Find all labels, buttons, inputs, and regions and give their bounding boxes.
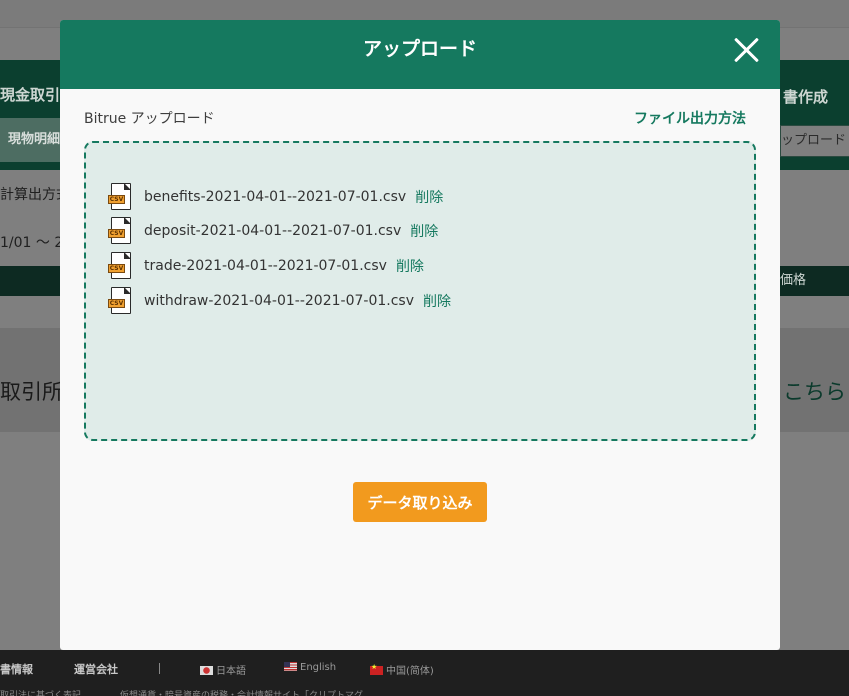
file-export-howto-link[interactable]: ファイル出力方法: [634, 108, 746, 128]
delete-file-button[interactable]: 削除: [415, 187, 443, 207]
delete-file-button[interactable]: 削除: [410, 221, 438, 241]
file-dropzone[interactable]: CSV benefits-2021-04-01--2021-07-01.csv …: [84, 141, 756, 441]
csv-file-icon: CSV: [108, 217, 132, 245]
background-tab-right: 書作成: [783, 88, 829, 106]
modal-title: アップロード: [362, 38, 477, 60]
china-flag-icon: [370, 663, 383, 675]
us-flag-icon: [284, 662, 297, 671]
csv-file-icon: CSV: [108, 252, 132, 280]
import-data-button[interactable]: データ取り込み: [353, 482, 487, 522]
file-name: deposit-2021-04-01--2021-07-01.csv: [144, 223, 402, 239]
csv-file-icon: CSV: [108, 287, 132, 315]
footer-lang-japanese: 日本語: [200, 662, 246, 677]
footer-legal-text: 取引法に基づく表記: [0, 691, 82, 696]
footer-item-company: 運営会社: [74, 663, 118, 676]
file-name: benefits-2021-04-01--2021-07-01.csv: [144, 189, 407, 205]
background-table-header-left: [0, 266, 60, 296]
upload-source-label: Bitrue アップロード: [84, 111, 215, 127]
csv-file-icon: CSV: [108, 183, 132, 211]
modal-header: アップロード: [60, 20, 780, 89]
delete-file-button[interactable]: 削除: [396, 256, 424, 276]
footer-item-info: 書情報: [0, 663, 33, 676]
file-item-benefits: CSV benefits-2021-04-01--2021-07-01.csv …: [108, 183, 443, 211]
background-sub-button-left: 現物明細: [0, 118, 60, 162]
background-table-header-right: 価格: [780, 266, 849, 296]
footer-divider: [159, 663, 160, 674]
background-banner-left-text: 取引所: [0, 380, 63, 404]
delete-file-button[interactable]: 削除: [423, 291, 451, 311]
footer-media-text: 仮想通貨・暗号資産の税務・会計情報サイト「クリプトマグ: [120, 691, 364, 696]
footer-lang-japanese-label: 日本語: [216, 666, 246, 677]
footer-lang-english-label: English: [300, 662, 337, 673]
footer-lang-english: English: [284, 662, 336, 673]
japan-flag-icon: [200, 666, 213, 675]
background-banner-right-text: こちら: [783, 380, 846, 404]
file-item-trade: CSV trade-2021-04-01--2021-07-01.csv 削除: [108, 252, 424, 280]
footer-lang-chinese: 中国(简体): [370, 662, 434, 677]
file-item-withdraw: CSV withdraw-2021-04-01--2021-07-01.csv …: [108, 287, 451, 315]
file-name: trade-2021-04-01--2021-07-01.csv: [144, 258, 387, 274]
footer-lang-chinese-label: 中国(简体): [386, 666, 434, 677]
file-item-deposit: CSV deposit-2021-04-01--2021-07-01.csv 削…: [108, 217, 438, 245]
close-icon[interactable]: [731, 34, 763, 66]
file-name: withdraw-2021-04-01--2021-07-01.csv: [144, 293, 414, 309]
background-sub-button-right: ップロード: [780, 125, 849, 157]
upload-modal: アップロード Bitrue アップロード ファイル出力方法 CSV benefi…: [60, 20, 780, 650]
background-tab-left: 現金取引: [0, 86, 61, 104]
